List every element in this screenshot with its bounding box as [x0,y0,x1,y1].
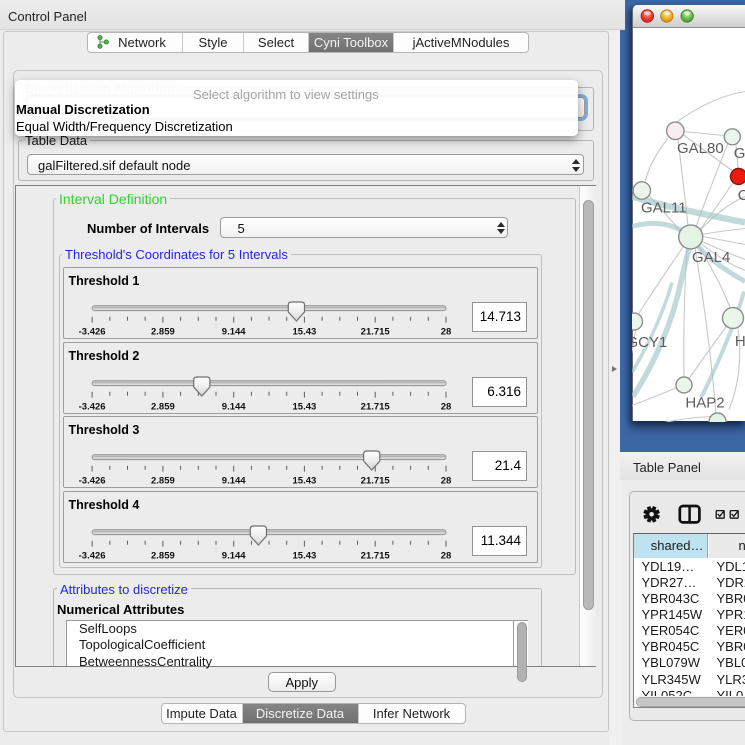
svg-text:2.859: 2.859 [151,327,175,338]
svg-text:21.715: 21.715 [360,327,390,338]
svg-text:2.859: 2.859 [151,401,175,412]
svg-text:21.715: 21.715 [360,550,390,561]
svg-text:28: 28 [440,550,451,561]
svg-text:15.43: 15.43 [292,401,316,412]
svg-text:GCY1: GCY1 [632,334,667,351]
svg-text:28: 28 [440,476,451,487]
svg-text:2.859: 2.859 [151,476,175,487]
svg-text:15.43: 15.43 [292,327,316,338]
svg-text:GAL11: GAL11 [641,199,687,216]
svg-text:HAP2: HAP2 [685,394,724,411]
svg-text:2.859: 2.859 [151,550,175,561]
svg-text:CY: CY [738,187,745,204]
svg-text:H: H [735,333,745,350]
svg-text:-3.426: -3.426 [78,327,105,338]
svg-text:21.715: 21.715 [360,476,390,487]
svg-text:-3.426: -3.426 [78,476,105,487]
svg-text:28: 28 [440,401,451,412]
svg-text:9.144: 9.144 [221,476,245,487]
svg-text:-3.426: -3.426 [78,550,105,561]
svg-text:9.144: 9.144 [221,327,245,338]
svg-text:21.715: 21.715 [360,401,390,412]
svg-text:15.43: 15.43 [292,550,316,561]
svg-text:GAL80: GAL80 [677,140,724,157]
svg-text:GAL4: GAL4 [692,249,730,266]
svg-text:15.43: 15.43 [292,476,316,487]
svg-text:GA: GA [734,145,745,162]
svg-text:9.144: 9.144 [221,550,245,561]
svg-text:28: 28 [440,327,451,338]
svg-text:-3.426: -3.426 [78,401,105,412]
svg-text:9.144: 9.144 [221,401,245,412]
